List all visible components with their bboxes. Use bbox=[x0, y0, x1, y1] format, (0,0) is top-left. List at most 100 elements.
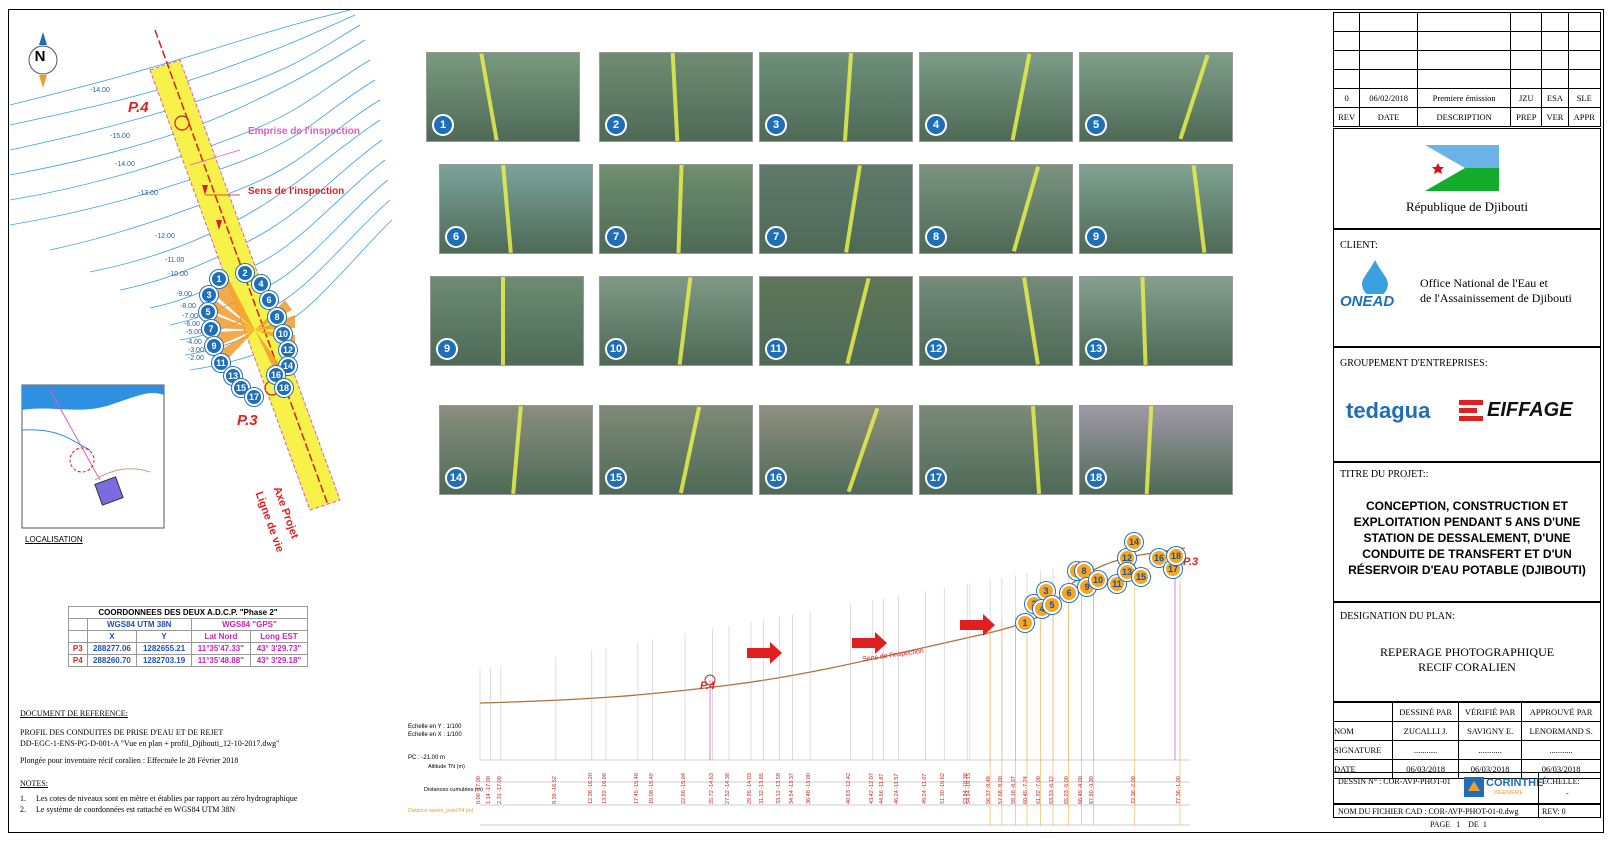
svg-text:-7.00: -7.00 bbox=[182, 313, 198, 320]
coord-cell: 288277.06 bbox=[86, 642, 138, 655]
profile-value-label: 13.92 -16.08 bbox=[601, 773, 608, 804]
reef-photo[interactable]: 6 bbox=[439, 164, 593, 254]
photo-number-badge: 16 bbox=[765, 467, 787, 489]
map-photo-pin[interactable]: 2 bbox=[236, 264, 254, 282]
designation-box: DESIGNATION DU PLAN: REPERAGE PHOTOGRAPH… bbox=[1333, 602, 1601, 702]
map-photo-pin[interactable]: 18 bbox=[275, 379, 293, 397]
page-indicator: PAGE 1 DE 1 bbox=[1430, 820, 1487, 829]
profile-value-label: 12.36 -16.20 bbox=[587, 773, 594, 804]
svg-text:-2.00: -2.00 bbox=[188, 355, 204, 362]
reef-photo[interactable]: 17 bbox=[919, 405, 1073, 495]
row-distance-label: Distances cumulées (m) bbox=[424, 787, 483, 793]
svg-text:-15.00: -15.00 bbox=[110, 133, 130, 140]
coord-sub-lat: Lat Nord bbox=[190, 630, 251, 643]
reef-photo[interactable]: 18 bbox=[1079, 405, 1233, 495]
rev-header-cell: VER bbox=[1541, 107, 1569, 127]
map-photo-pin[interactable]: 7 bbox=[202, 320, 220, 338]
signature-table: DESSINÉ PAR VÉRIFIÉ PAR APPROUVÉ PAR NOM ZUC… bbox=[1332, 702, 1601, 779]
map-photo-pin[interactable]: 8 bbox=[268, 308, 286, 326]
sig-cell: SIGNATURE bbox=[1332, 740, 1394, 760]
reef-photo[interactable]: 3 bbox=[759, 52, 913, 142]
profile-value-label: 27.52 -14.38 bbox=[725, 773, 732, 804]
svg-text:-3.00: -3.00 bbox=[188, 347, 204, 354]
eiffage-logo: EIFFAGE bbox=[1487, 399, 1573, 421]
map-photo-pin[interactable]: 17 bbox=[245, 388, 263, 406]
profile-photo-pin[interactable]: 18 bbox=[1167, 547, 1185, 565]
map-photo-pin[interactable]: 9 bbox=[205, 337, 223, 355]
reef-photo[interactable]: 8 bbox=[919, 164, 1073, 254]
photo-number-badge: 6 bbox=[445, 226, 467, 248]
reef-photo[interactable]: 9 bbox=[430, 276, 584, 366]
profile-photo-pin[interactable]: 14 bbox=[1125, 533, 1143, 551]
coordinates-table: COORDONNEES DES DEUX A.D.C.P. "Phase 2" … bbox=[68, 606, 309, 667]
reef-photo[interactable]: 9 bbox=[1079, 164, 1233, 254]
map-photo-pin[interactable]: 6 bbox=[260, 291, 278, 309]
profile-photo-pin[interactable]: 5 bbox=[1043, 596, 1061, 614]
measuring-tape bbox=[511, 406, 523, 494]
revision-table: 0 06/02/2018 Premiere émission JZU ESA SLE RE… bbox=[1332, 12, 1602, 127]
reef-photo[interactable]: 1 bbox=[426, 52, 580, 142]
rev-header-cell: APPR bbox=[1567, 107, 1602, 127]
profile-value-label: 8.39 -16.52 bbox=[551, 776, 558, 804]
tedagua-logo: tedagua bbox=[1346, 398, 1431, 423]
profile-value-label: 36.48 -13.00 bbox=[806, 773, 813, 804]
map-photo-pin[interactable]: 3 bbox=[200, 286, 218, 304]
designation-label: DESIGNATION DU PLAN: bbox=[1340, 611, 1455, 622]
reef-photo[interactable]: 7 bbox=[599, 164, 753, 254]
reef-photo[interactable]: 13 bbox=[1079, 276, 1233, 366]
coord-sub-x: X bbox=[86, 630, 138, 643]
reef-photo[interactable]: 7 bbox=[759, 164, 913, 254]
coord-sub-y: Y bbox=[136, 630, 192, 643]
sens-label: Sens de l'inspection bbox=[248, 186, 345, 197]
profile-value-label: 54.14 -10.15 bbox=[965, 773, 972, 804]
project-title-line: STATION DE DESSALEMENT, D'UNE bbox=[1363, 531, 1571, 545]
photo-number-badge: 11 bbox=[765, 338, 787, 360]
coord-row-p3: P3 288277.06 1282655.21 11°35'47.33" 43° 3'2… bbox=[68, 642, 309, 655]
rev-cell: ESA bbox=[1541, 88, 1569, 108]
notes-title: NOTES: bbox=[20, 779, 48, 788]
profile-photo-pin[interactable]: 1 bbox=[1016, 614, 1034, 632]
measuring-tape bbox=[1010, 53, 1032, 141]
reef-photo[interactable]: 11 bbox=[759, 276, 913, 366]
measuring-tape bbox=[846, 407, 880, 493]
client-name-2: de l'Assainissement de Djibouti bbox=[1420, 291, 1572, 305]
reef-photo[interactable]: 12 bbox=[919, 276, 1073, 366]
measuring-tape bbox=[1030, 406, 1042, 494]
profile-photo-pin[interactable]: 15 bbox=[1132, 568, 1150, 586]
profile-value-label: 51.30 -10.62 bbox=[940, 773, 947, 804]
reef-photo[interactable]: 2 bbox=[599, 52, 753, 142]
profile-photo-pin[interactable]: 6 bbox=[1060, 584, 1078, 602]
coord-cell: 1282655.21 bbox=[136, 642, 192, 655]
reef-photo[interactable]: 16 bbox=[759, 405, 913, 495]
designation-line-1: REPERAGE PHOTOGRAPHIQUE bbox=[1379, 645, 1555, 659]
designation-line-2: RECIF CORALIEN bbox=[1418, 660, 1516, 674]
profile-value-label: 59.18 -8.37 bbox=[1011, 776, 1018, 804]
profile-value-label: 63.33 -6.12 bbox=[1049, 776, 1056, 804]
reef-photo[interactable]: 5 bbox=[1079, 52, 1233, 142]
coord-utm-header: WGS84 UTM 38N bbox=[86, 618, 192, 631]
map-photo-pin[interactable]: 1 bbox=[210, 270, 228, 288]
sig-cell: ........... bbox=[1392, 740, 1460, 760]
dessin-number: DESSIN N° : COR-AVP-PHOT-01 bbox=[1338, 777, 1451, 786]
reference-line2: DD-EGC-1-ENS-PG-D-001-A "Vue en plan + p… bbox=[20, 739, 280, 748]
reef-photo[interactable]: 15 bbox=[599, 405, 753, 495]
map-photo-pin[interactable]: 5 bbox=[199, 303, 217, 321]
measuring-tape bbox=[844, 165, 862, 253]
cad-file-name: NOM DU FICHIER CAD : COR-AVP-PHOT-01-0.d… bbox=[1338, 807, 1519, 816]
profile-value-label: 66.49 -4.00 bbox=[1077, 776, 1084, 804]
profile-value-label: 43.42 -12.07 bbox=[868, 773, 875, 804]
rev-header-cell: DATE bbox=[1359, 107, 1419, 127]
rev-cell: 06/02/2018 bbox=[1359, 88, 1419, 108]
profile-value-label: 44.56 -11.87 bbox=[879, 773, 886, 804]
reef-photo[interactable]: 4 bbox=[919, 52, 1073, 142]
coord-row-name: P3 bbox=[68, 642, 88, 655]
profile-photo-pin[interactable]: 10 bbox=[1089, 571, 1107, 589]
page-number: 1 bbox=[1456, 820, 1461, 829]
measuring-tape bbox=[1011, 166, 1041, 252]
profile-value-label: 17.45 -15.48 bbox=[633, 773, 640, 804]
file-box: NOM DU FICHIER CAD : COR-AVP-PHOT-01-0.d… bbox=[1333, 804, 1601, 818]
profile-value-label: 49.24 -11.07 bbox=[921, 773, 928, 804]
page-total: 1 bbox=[1482, 820, 1487, 829]
reef-photo[interactable]: 14 bbox=[439, 405, 593, 495]
reef-photo[interactable]: 10 bbox=[599, 276, 753, 366]
